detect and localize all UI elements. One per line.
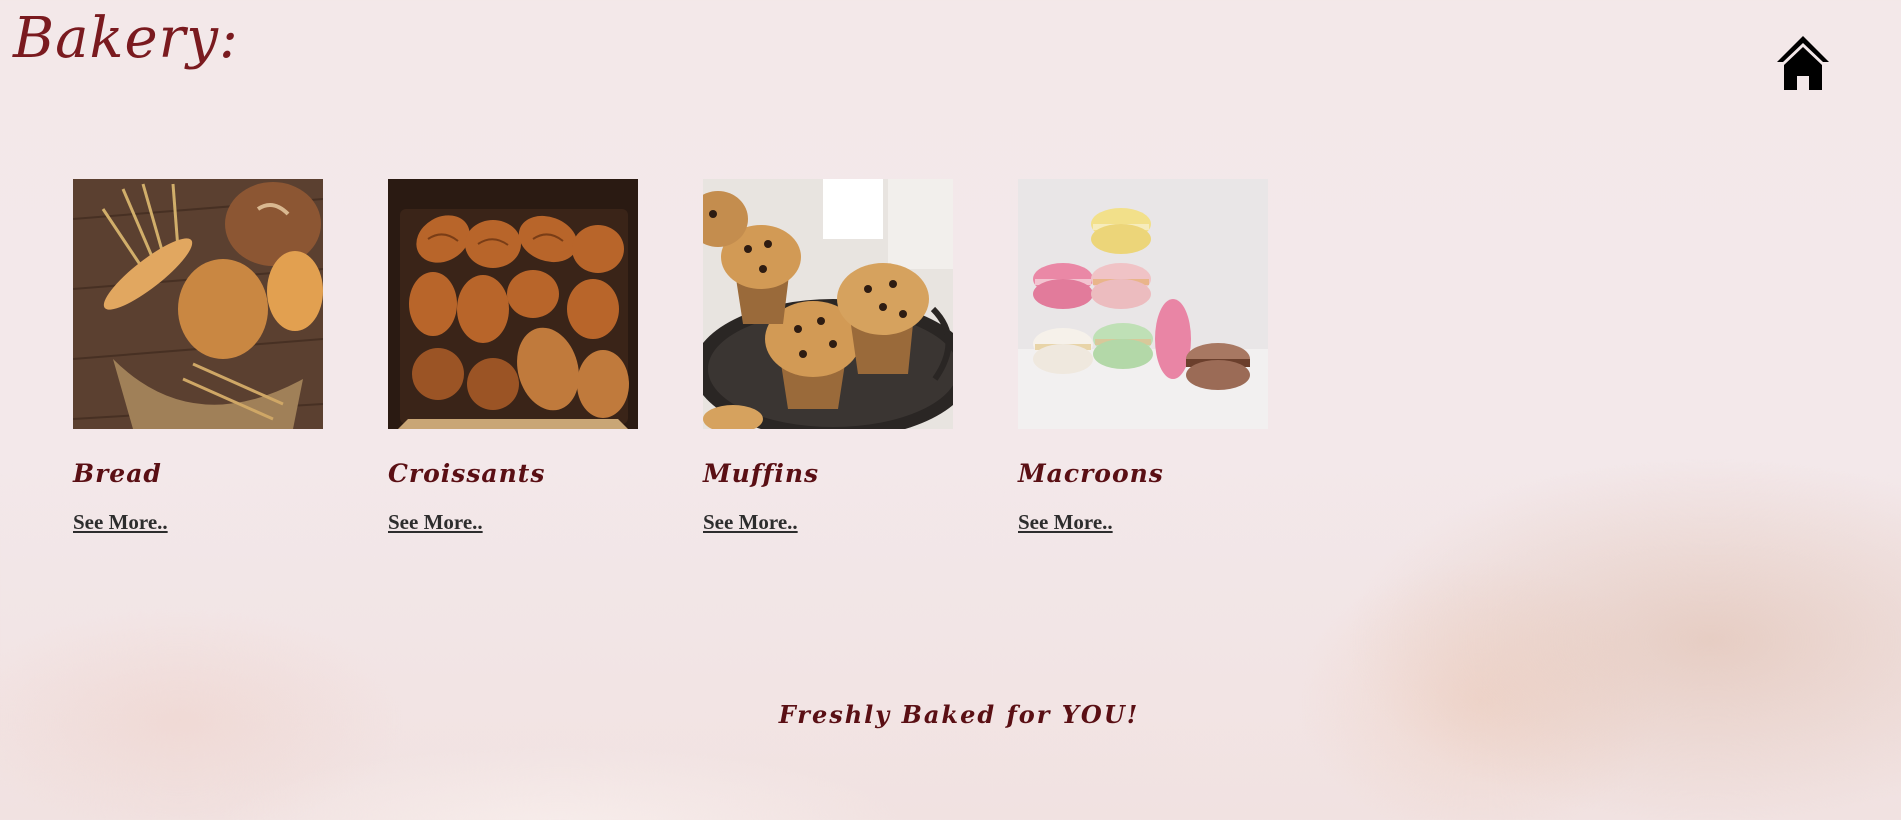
croissants-photo xyxy=(388,179,638,429)
tagline: Freshly Baked for YOU! xyxy=(778,700,1140,729)
home-button[interactable] xyxy=(1776,34,1830,92)
product-name: Croissants xyxy=(388,459,546,488)
see-more-link-croissants[interactable]: See More.. xyxy=(388,510,483,535)
see-more-link-muffins[interactable]: See More.. xyxy=(703,510,798,535)
see-more-link-bread[interactable]: See More.. xyxy=(73,510,168,535)
brand-title: Bakery: xyxy=(13,6,239,71)
see-more-link-macarons[interactable]: See More.. xyxy=(1018,510,1113,535)
product-grid: Bread See More.. Croissants See More.. M… xyxy=(73,179,1268,535)
home-icon xyxy=(1777,36,1829,90)
product-card-macarons: Macroons See More.. xyxy=(1018,179,1268,535)
product-name: Macroons xyxy=(1018,459,1164,488)
product-card-muffins: Muffins See More.. xyxy=(703,179,953,535)
product-card-croissants: Croissants See More.. xyxy=(388,179,638,535)
product-name: Bread xyxy=(73,459,162,488)
muffins-photo xyxy=(703,179,953,429)
bread-photo xyxy=(73,179,323,429)
product-name: Muffins xyxy=(703,459,820,488)
product-card-bread: Bread See More.. xyxy=(73,179,323,535)
macarons-photo xyxy=(1018,179,1268,429)
